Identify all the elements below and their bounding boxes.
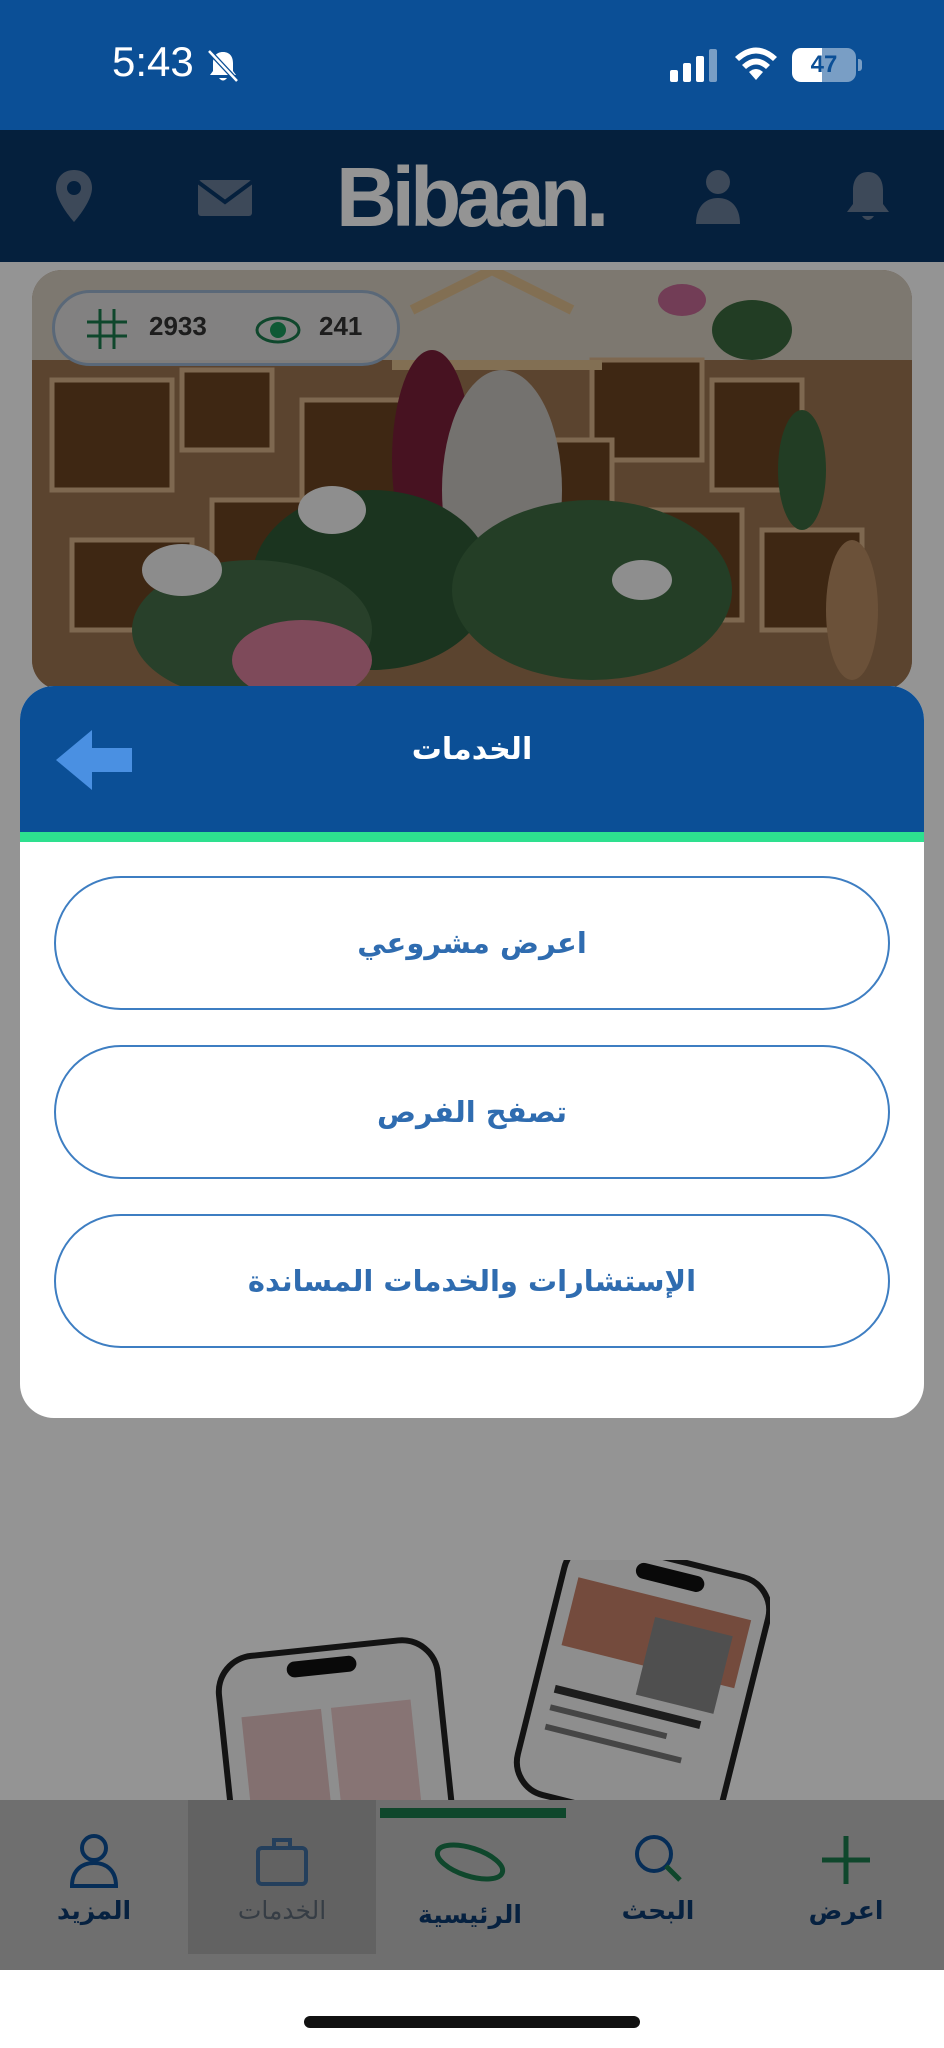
bell-icon[interactable] xyxy=(838,166,898,226)
nav-label-add: اعرض xyxy=(808,1896,884,1925)
services-modal: الخدمات اعرض مشروعي تصفح الفرص الإستشارا… xyxy=(20,686,924,1418)
nav-item-more[interactable]: المزيد xyxy=(0,1800,188,1954)
bottom-nav: المزيد الخدمات الرئيسية البحث اعرض xyxy=(0,1800,944,1970)
nav-label-services: الخدمات xyxy=(237,1896,327,1925)
app-header: Bibaan. xyxy=(0,130,944,262)
status-bar: 5:43 47 xyxy=(0,0,944,130)
home-indicator[interactable] xyxy=(304,2016,640,2028)
search-icon xyxy=(635,1835,682,1882)
user-icon[interactable] xyxy=(688,166,748,226)
person-icon xyxy=(69,1834,119,1888)
views-value: 241 xyxy=(319,311,363,341)
nav-item-add[interactable]: اعرض xyxy=(752,1800,940,1954)
count-value: 2933 xyxy=(149,311,207,341)
stats-pill: 2933 241 xyxy=(52,290,400,366)
nav-active-indicator xyxy=(380,1808,566,1818)
modal-header: الخدمات xyxy=(20,686,924,832)
cellular-signal-icon xyxy=(670,49,717,82)
nav-item-home[interactable]: الرئيسية xyxy=(376,1800,564,1954)
mail-icon[interactable] xyxy=(196,166,254,226)
battery-percent: 47 xyxy=(810,51,838,78)
status-time: 5:43 xyxy=(112,38,194,85)
battery-icon: 47 xyxy=(792,48,862,82)
briefcase-icon xyxy=(256,1838,308,1886)
modal-accent-bar xyxy=(20,832,924,842)
nav-label-search: البحث xyxy=(621,1896,695,1925)
nav-label-home: الرئيسية xyxy=(418,1900,522,1929)
consulting-services-button[interactable]: الإستشارات والخدمات المساندة xyxy=(54,1214,890,1348)
location-pin-icon[interactable] xyxy=(44,166,104,226)
bell-slash-icon xyxy=(207,49,239,83)
show-my-project-button[interactable]: اعرض مشروعي xyxy=(54,876,890,1010)
nav-label-more: المزيد xyxy=(56,1896,132,1925)
app-logo: Bibaan. xyxy=(336,150,609,244)
home-ring-icon xyxy=(434,1842,506,1882)
nav-item-services[interactable]: الخدمات xyxy=(188,1800,376,1954)
nav-item-search[interactable]: البحث xyxy=(564,1800,752,1954)
eye-icon xyxy=(255,316,301,344)
modal-title: الخدمات xyxy=(411,732,533,767)
phones-mockup-image xyxy=(210,1538,773,1859)
plus-icon xyxy=(822,1836,870,1884)
hashtag-icon xyxy=(87,309,127,349)
wifi-icon xyxy=(735,47,777,80)
browse-opportunities-button[interactable]: تصفح الفرص xyxy=(54,1045,890,1179)
